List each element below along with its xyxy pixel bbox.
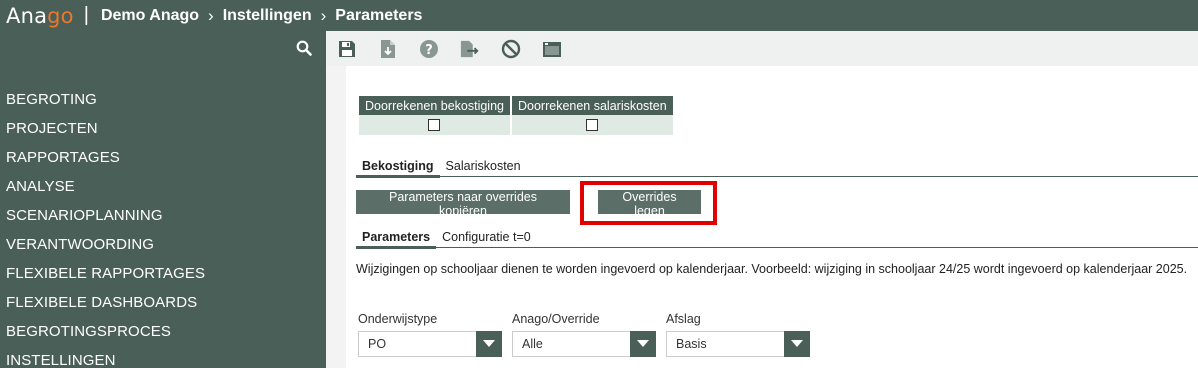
cell-bekostiging — [359, 115, 512, 135]
afslag-select[interactable]: Basis — [666, 331, 810, 357]
header-doorrekenen-salariskosten: Doorrekenen salariskosten — [510, 96, 675, 115]
export-icon[interactable] — [460, 39, 480, 59]
chevron-down-icon[interactable] — [476, 331, 502, 357]
tab-parameters[interactable]: Parameters — [356, 228, 437, 249]
top-header: Anago | Demo Anago › Instellingen › Para… — [0, 0, 1198, 31]
toolbar: ? — [326, 31, 1198, 66]
afslag-value: Basis — [676, 337, 707, 351]
anago-override-value: Alle — [522, 337, 543, 351]
clear-overrides-button[interactable]: Overrides legen — [598, 190, 701, 218]
breadcrumb-item-demo-anago[interactable]: Demo Anago — [101, 7, 199, 25]
parameters-panel: Doorrekenen bekostiging Doorrekenen sala… — [346, 66, 1198, 368]
filter-label-anago-override: Anago/Override — [512, 312, 600, 326]
logo-separator: | — [83, 4, 89, 26]
main-content: Doorrekenen bekostiging Doorrekenen sala… — [326, 66, 1198, 368]
logo-text-part2: go — [47, 3, 74, 28]
sidebar-item-flexibele-dashboards[interactable]: FLEXIBELE DASHBOARDS — [0, 288, 326, 317]
window-icon[interactable] — [542, 39, 562, 59]
svg-text:?: ? — [425, 43, 433, 58]
tab-bekostiging[interactable]: Bekostiging — [356, 157, 440, 178]
breadcrumb-separator: › — [320, 5, 327, 25]
save-icon[interactable] — [337, 39, 357, 59]
sidebar-nav: BEGROTING PROJECTEN RAPPORTAGES ANALYSE … — [0, 85, 326, 368]
sidebar-item-instellingen[interactable]: INSTELLINGEN — [0, 346, 326, 368]
breadcrumb-separator: › — [208, 5, 214, 25]
filter-label-onderwijstype: Onderwijstype — [358, 312, 438, 326]
tab-salariskosten[interactable]: Salariskosten — [440, 157, 527, 176]
calculation-table: Doorrekenen bekostiging Doorrekenen sala… — [359, 96, 675, 135]
sidebar-item-verantwoording[interactable]: VERANTWOORDING — [0, 230, 326, 259]
main-tabs: Bekostiging Salariskosten — [356, 157, 1198, 178]
sidebar-item-rapportages[interactable]: RAPPORTAGES — [0, 143, 326, 172]
sidebar-search — [0, 31, 326, 66]
chevron-down-icon[interactable] — [630, 331, 656, 357]
breadcrumb: Demo Anago › Instellingen › Parameters — [101, 6, 423, 26]
onderwijstype-select[interactable]: PO — [358, 331, 502, 357]
checkbox-doorrekenen-salariskosten[interactable] — [586, 118, 599, 131]
header-doorrekenen-bekostiging: Doorrekenen bekostiging — [359, 96, 512, 115]
chevron-down-icon[interactable] — [784, 331, 810, 357]
logo-text-part1: Ana — [6, 3, 48, 28]
sidebar-item-begroting[interactable]: BEGROTING — [0, 85, 326, 114]
sidebar-item-projecten[interactable]: PROJECTEN — [0, 114, 326, 143]
breadcrumb-item-instellingen[interactable]: Instellingen — [223, 7, 312, 25]
copy-parameters-to-overrides-button[interactable]: Parameters naar overrides kopiëren — [356, 190, 570, 218]
sidebar: BEGROTING PROJECTEN RAPPORTAGES ANALYSE … — [0, 31, 326, 368]
sidebar-item-begrotingsproces[interactable]: BEGROTINGSPROCES — [0, 317, 326, 346]
cell-salariskosten — [510, 115, 675, 135]
sidebar-item-scenarioplanning[interactable]: SCENARIOPLANNING — [0, 201, 326, 230]
download-icon[interactable] — [378, 39, 398, 59]
anago-logo[interactable]: Anago — [6, 4, 74, 28]
onderwijstype-value: PO — [368, 337, 387, 351]
sidebar-item-flexibele-rapportages[interactable]: FLEXIBELE RAPPORTAGES — [0, 259, 326, 288]
cancel-icon[interactable] — [501, 39, 521, 59]
breadcrumb-item-parameters: Parameters — [335, 6, 423, 24]
search-icon[interactable] — [296, 40, 312, 56]
checkbox-doorrekenen-bekostiging[interactable] — [428, 118, 441, 131]
tab-configuratie-t0[interactable]: Configuratie t=0 — [436, 228, 537, 247]
sub-tabs: Parameters Configuratie t=0 — [356, 228, 1198, 249]
filter-label-afslag: Afslag — [666, 312, 701, 326]
sidebar-item-analyse[interactable]: ANALYSE — [0, 172, 326, 201]
anago-override-select[interactable]: Alle — [512, 331, 656, 357]
help-icon[interactable]: ? — [419, 39, 439, 59]
info-text: Wijzigingen op schooljaar dienen te word… — [356, 262, 1188, 276]
